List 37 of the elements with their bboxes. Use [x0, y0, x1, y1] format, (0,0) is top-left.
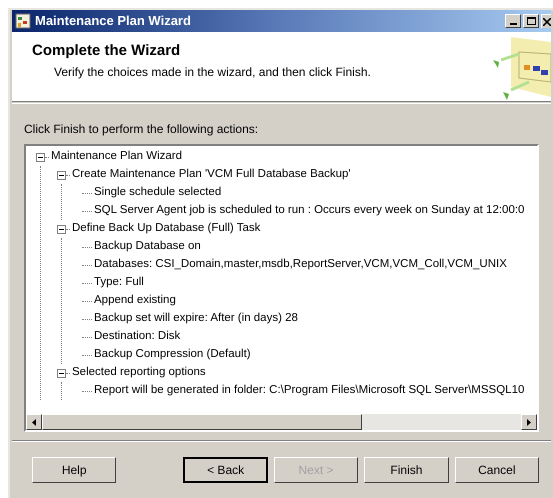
- left-arrow-icon: [32, 418, 36, 426]
- instructions-text: Click Finish to perform the following actions:: [24, 121, 260, 138]
- tree-item[interactable]: Databases: CSI_Domain,master,msdb,ReportServer,VCM,VCM_Coll,VCM_UNIX: [94, 256, 507, 274]
- tree-item[interactable]: Backup Compression (Default): [94, 346, 251, 364]
- tree-item[interactable]: Report will be generated in folder: C:\Program Files\Microsoft SQL Server\MSSQL10: [94, 382, 524, 400]
- page-subtitle: Verify the choices made in the wizard, and then click Finish.: [53, 64, 371, 80]
- page-title: Complete the Wizard: [32, 41, 182, 61]
- collapse-toggle-icon[interactable]: [36, 152, 45, 162]
- minimize-icon: [510, 23, 516, 25]
- dialog-button[interactable]: Help: [32, 457, 116, 483]
- app-icon: [15, 13, 31, 29]
- collapse-toggle-icon[interactable]: [57, 224, 66, 234]
- tree-item[interactable]: SQL Server Agent job is scheduled to run : Occurs every week on Sunday at 12:00:0: [94, 202, 524, 220]
- tree-item[interactable]: Destination: Disk: [94, 328, 180, 346]
- window-title: Maintenance Plan Wizard: [35, 12, 191, 30]
- collapse-toggle-icon[interactable]: [57, 368, 66, 378]
- close-button[interactable]: [541, 14, 551, 28]
- tree-item[interactable]: Type: Full: [94, 274, 144, 292]
- tree-item[interactable]: Append existing: [94, 292, 176, 310]
- tree-item[interactable]: Create Maintenance Plan 'VCM Full Database Backup': [72, 166, 351, 184]
- scroll-right-button[interactable]: [521, 414, 537, 430]
- close-icon: [543, 18, 551, 26]
- dialog-button[interactable]: Finish: [364, 457, 449, 483]
- tree-item[interactable]: Single schedule selected: [94, 184, 222, 202]
- scroll-left-button[interactable]: [26, 414, 42, 430]
- right-arrow-icon: [527, 418, 531, 426]
- dialog-button[interactable]: < Back: [183, 457, 268, 483]
- maximize-button[interactable]: [523, 14, 539, 28]
- tree-item[interactable]: Selected reporting options: [72, 364, 206, 382]
- tree-item[interactable]: Maintenance Plan Wizard: [51, 148, 182, 166]
- tree-item[interactable]: Backup Database on: [94, 238, 201, 256]
- tree-item[interactable]: Define Back Up Database (Full) Task: [72, 220, 260, 238]
- collapse-toggle-icon[interactable]: [57, 170, 66, 180]
- minimize-button[interactable]: [505, 14, 521, 28]
- maximize-icon: [526, 17, 536, 25]
- dialog-button[interactable]: Cancel: [454, 457, 539, 483]
- tree-item[interactable]: Backup set will expire: After (in days) 28: [94, 310, 298, 328]
